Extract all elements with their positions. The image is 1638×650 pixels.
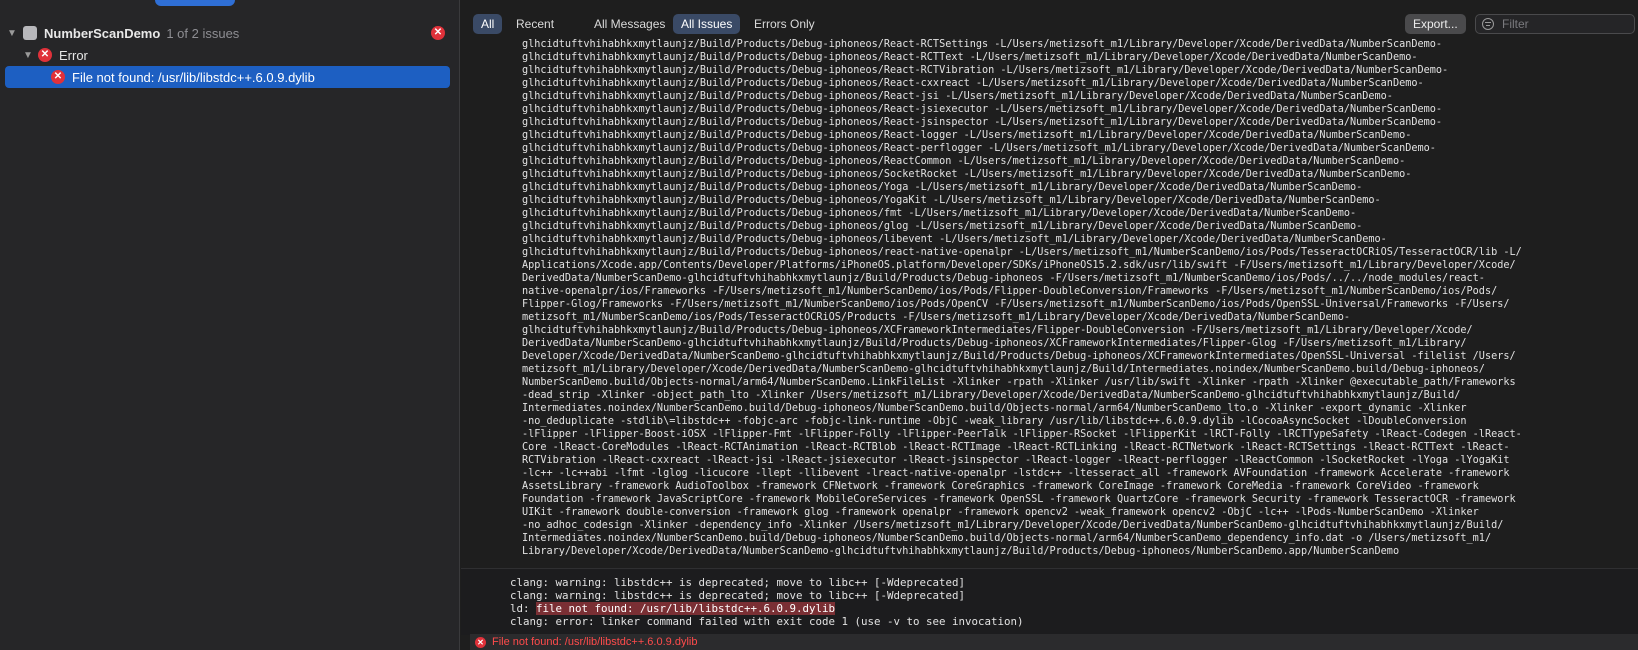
ld-error-line: ld: file not found: /usr/lib/libstdc++.6…: [510, 602, 1024, 615]
filter-icon: [1482, 18, 1494, 30]
log-line: AssetsLibrary -framework AudioToolbox -f…: [522, 481, 1479, 492]
scope-all-button[interactable]: All: [473, 14, 503, 34]
log-line: glhcidtuftvhihabhkxmytlaunjz/Build/Produ…: [522, 91, 1393, 102]
error-group-label: Error: [59, 47, 88, 63]
error-x-icon: ✕: [51, 70, 65, 84]
issue-item-file-not-found[interactable]: ✕ File not found: /usr/lib/libstdc++.6.0…: [5, 66, 450, 88]
log-line: glhcidtuftvhihabhkxmytlaunjz/Build/Produ…: [522, 195, 1381, 206]
build-log-pane: All Recent All Messages All Issues Error…: [461, 0, 1638, 650]
log-line: Intermediates.noindex/NumberScanDemo.bui…: [522, 533, 1492, 544]
log-line: -no_deduplicate -stdlib\=libstdc++ -fobj…: [522, 416, 1467, 427]
log-body[interactable]: glhcidtuftvhihabhkxmytlaunjz/Build/Produ…: [461, 38, 1638, 568]
error-x-icon: ✕: [431, 26, 445, 40]
export-button[interactable]: Export...: [1405, 14, 1466, 34]
error-x-icon: ✕: [38, 48, 52, 62]
log-line: glhcidtuftvhihabhkxmytlaunjz/Build/Produ…: [522, 208, 1357, 219]
log-line: metizsoft_m1/NumberScanDemo/ios/Pods/Tes…: [522, 312, 1351, 323]
scope-recent-button[interactable]: Recent: [508, 14, 562, 34]
log-line: glhcidtuftvhihabhkxmytlaunjz/Build/Produ…: [522, 104, 1443, 115]
log-line: Intermediates.noindex/NumberScanDemo.bui…: [522, 403, 1467, 414]
linker-command-text: glhcidtuftvhihabhkxmytlaunjz/Build/Produ…: [522, 38, 1632, 558]
project-icon: [23, 26, 37, 40]
log-line: NumberScanDemo.build/Objects-normal/arm6…: [522, 377, 1516, 388]
log-line: glhcidtuftvhihabhkxmytlaunjz/Build/Produ…: [522, 52, 1418, 63]
all-messages-button[interactable]: All Messages: [586, 14, 673, 34]
log-line: glhcidtuftvhihabhkxmytlaunjz/Build/Produ…: [522, 221, 1363, 232]
log-line: UIKit -framework double-conversion -fram…: [522, 507, 1479, 518]
log-line: glhcidtuftvhihabhkxmytlaunjz/Build/Produ…: [522, 169, 1412, 180]
scope-indicator: [155, 0, 235, 6]
log-line: DerivedData/NumberScanDemo-glhcidtuftvhi…: [522, 273, 1485, 284]
log-line: -lc++ -lc++abi -lfmt -lglog -licucore -l…: [522, 468, 1510, 479]
issue-status-bar[interactable]: ✕ File not found: /usr/lib/libstdc++.6.0…: [470, 634, 1638, 650]
chevron-down-icon[interactable]: ▼: [22, 50, 34, 61]
log-line: glhcidtuftvhihabhkxmytlaunjz/Build/Produ…: [522, 156, 1406, 167]
log-line: Applications/Xcode.app/Contents/Develope…: [522, 260, 1516, 271]
log-line: glhcidtuftvhihabhkxmytlaunjz/Build/Produ…: [522, 182, 1363, 193]
log-line: Library/Developer/Xcode/DerivedData/Numb…: [522, 546, 1400, 557]
log-line: glhcidtuftvhihabhkxmytlaunjz/Build/Produ…: [522, 325, 1473, 336]
log-line: glhcidtuftvhihabhkxmytlaunjz/Build/Produ…: [522, 39, 1443, 50]
project-name: NumberScanDemo: [44, 25, 161, 41]
log-line: glhcidtuftvhihabhkxmytlaunjz/Build/Produ…: [522, 143, 1436, 154]
log-line: native-openalpr/ios/Frameworks -F/Users/…: [522, 286, 1498, 297]
error-group-row[interactable]: ▼ ✕ Error: [0, 44, 460, 66]
log-line: Developer/Xcode/DerivedData/NumberScanDe…: [522, 351, 1516, 362]
errors-only-button[interactable]: Errors Only: [746, 14, 823, 34]
issue-status-label: File not found: /usr/lib/libstdc++.6.0.9…: [492, 636, 698, 648]
log-filter-bar: All Recent All Messages All Issues Error…: [461, 12, 1638, 36]
error-x-icon: ✕: [475, 636, 486, 648]
log-line: -lFlipper -lFlipper-Boost-iOSX -lFlipper…: [522, 429, 1522, 440]
log-line: glhcidtuftvhihabhkxmytlaunjz/Build/Produ…: [522, 117, 1443, 128]
filter-field[interactable]: [1475, 14, 1635, 34]
build-summary: clang: warning: libstdc++ is deprecated;…: [461, 568, 1638, 635]
ld-error-highlight: file not found: /usr/lib/libstdc++.6.0.9…: [536, 602, 836, 615]
issue-item-label: File not found: /usr/lib/libstdc++.6.0.9…: [72, 69, 315, 85]
warning-line: clang: warning: libstdc++ is deprecated;…: [510, 589, 966, 602]
log-line: glhcidtuftvhihabhkxmytlaunjz/Build/Produ…: [522, 65, 1449, 76]
log-line: metizsoft_m1/Library/Developer/Xcode/Der…: [522, 364, 1485, 375]
log-line: RCTVibration -lReact-cxxreact -lReact-js…: [522, 455, 1510, 466]
project-row[interactable]: ▼ NumberScanDemo 1 of 2 issues ✕: [0, 22, 460, 44]
log-line: Core -lReact-CoreModules -lReact-RCTAnim…: [522, 442, 1510, 453]
log-line: DerivedData/NumberScanDemo-glhcidtuftvhi…: [522, 338, 1467, 349]
filter-input[interactable]: [1500, 16, 1624, 32]
log-line: glhcidtuftvhihabhkxmytlaunjz/Build/Produ…: [522, 247, 1522, 258]
warning-line: clang: warning: libstdc++ is deprecated;…: [510, 576, 966, 589]
ld-prefix: ld:: [510, 602, 537, 615]
clang-error-line: clang: error: linker command failed with…: [510, 615, 1024, 628]
issue-count: 1 of 2 issues: [166, 25, 240, 41]
log-line: Foundation -framework JavaScriptCore -fr…: [522, 494, 1516, 505]
log-line: glhcidtuftvhihabhkxmytlaunjz/Build/Produ…: [522, 234, 1387, 245]
log-line: glhcidtuftvhihabhkxmytlaunjz/Build/Produ…: [522, 130, 1412, 141]
log-line: glhcidtuftvhihabhkxmytlaunjz/Build/Produ…: [522, 78, 1424, 89]
chevron-down-icon[interactable]: ▼: [6, 28, 18, 39]
log-line: Flipper-Glog/Frameworks -F/Users/metizso…: [522, 299, 1510, 310]
log-line: -no_adhoc_codesign -Xlinker -dependency_…: [522, 520, 1504, 531]
all-issues-button[interactable]: All Issues: [673, 14, 741, 34]
log-line: -dead_strip -Xlinker -object_path_lto -X…: [522, 390, 1461, 401]
issue-navigator: ▼ NumberScanDemo 1 of 2 issues ✕ ▼ ✕ Err…: [0, 0, 460, 650]
